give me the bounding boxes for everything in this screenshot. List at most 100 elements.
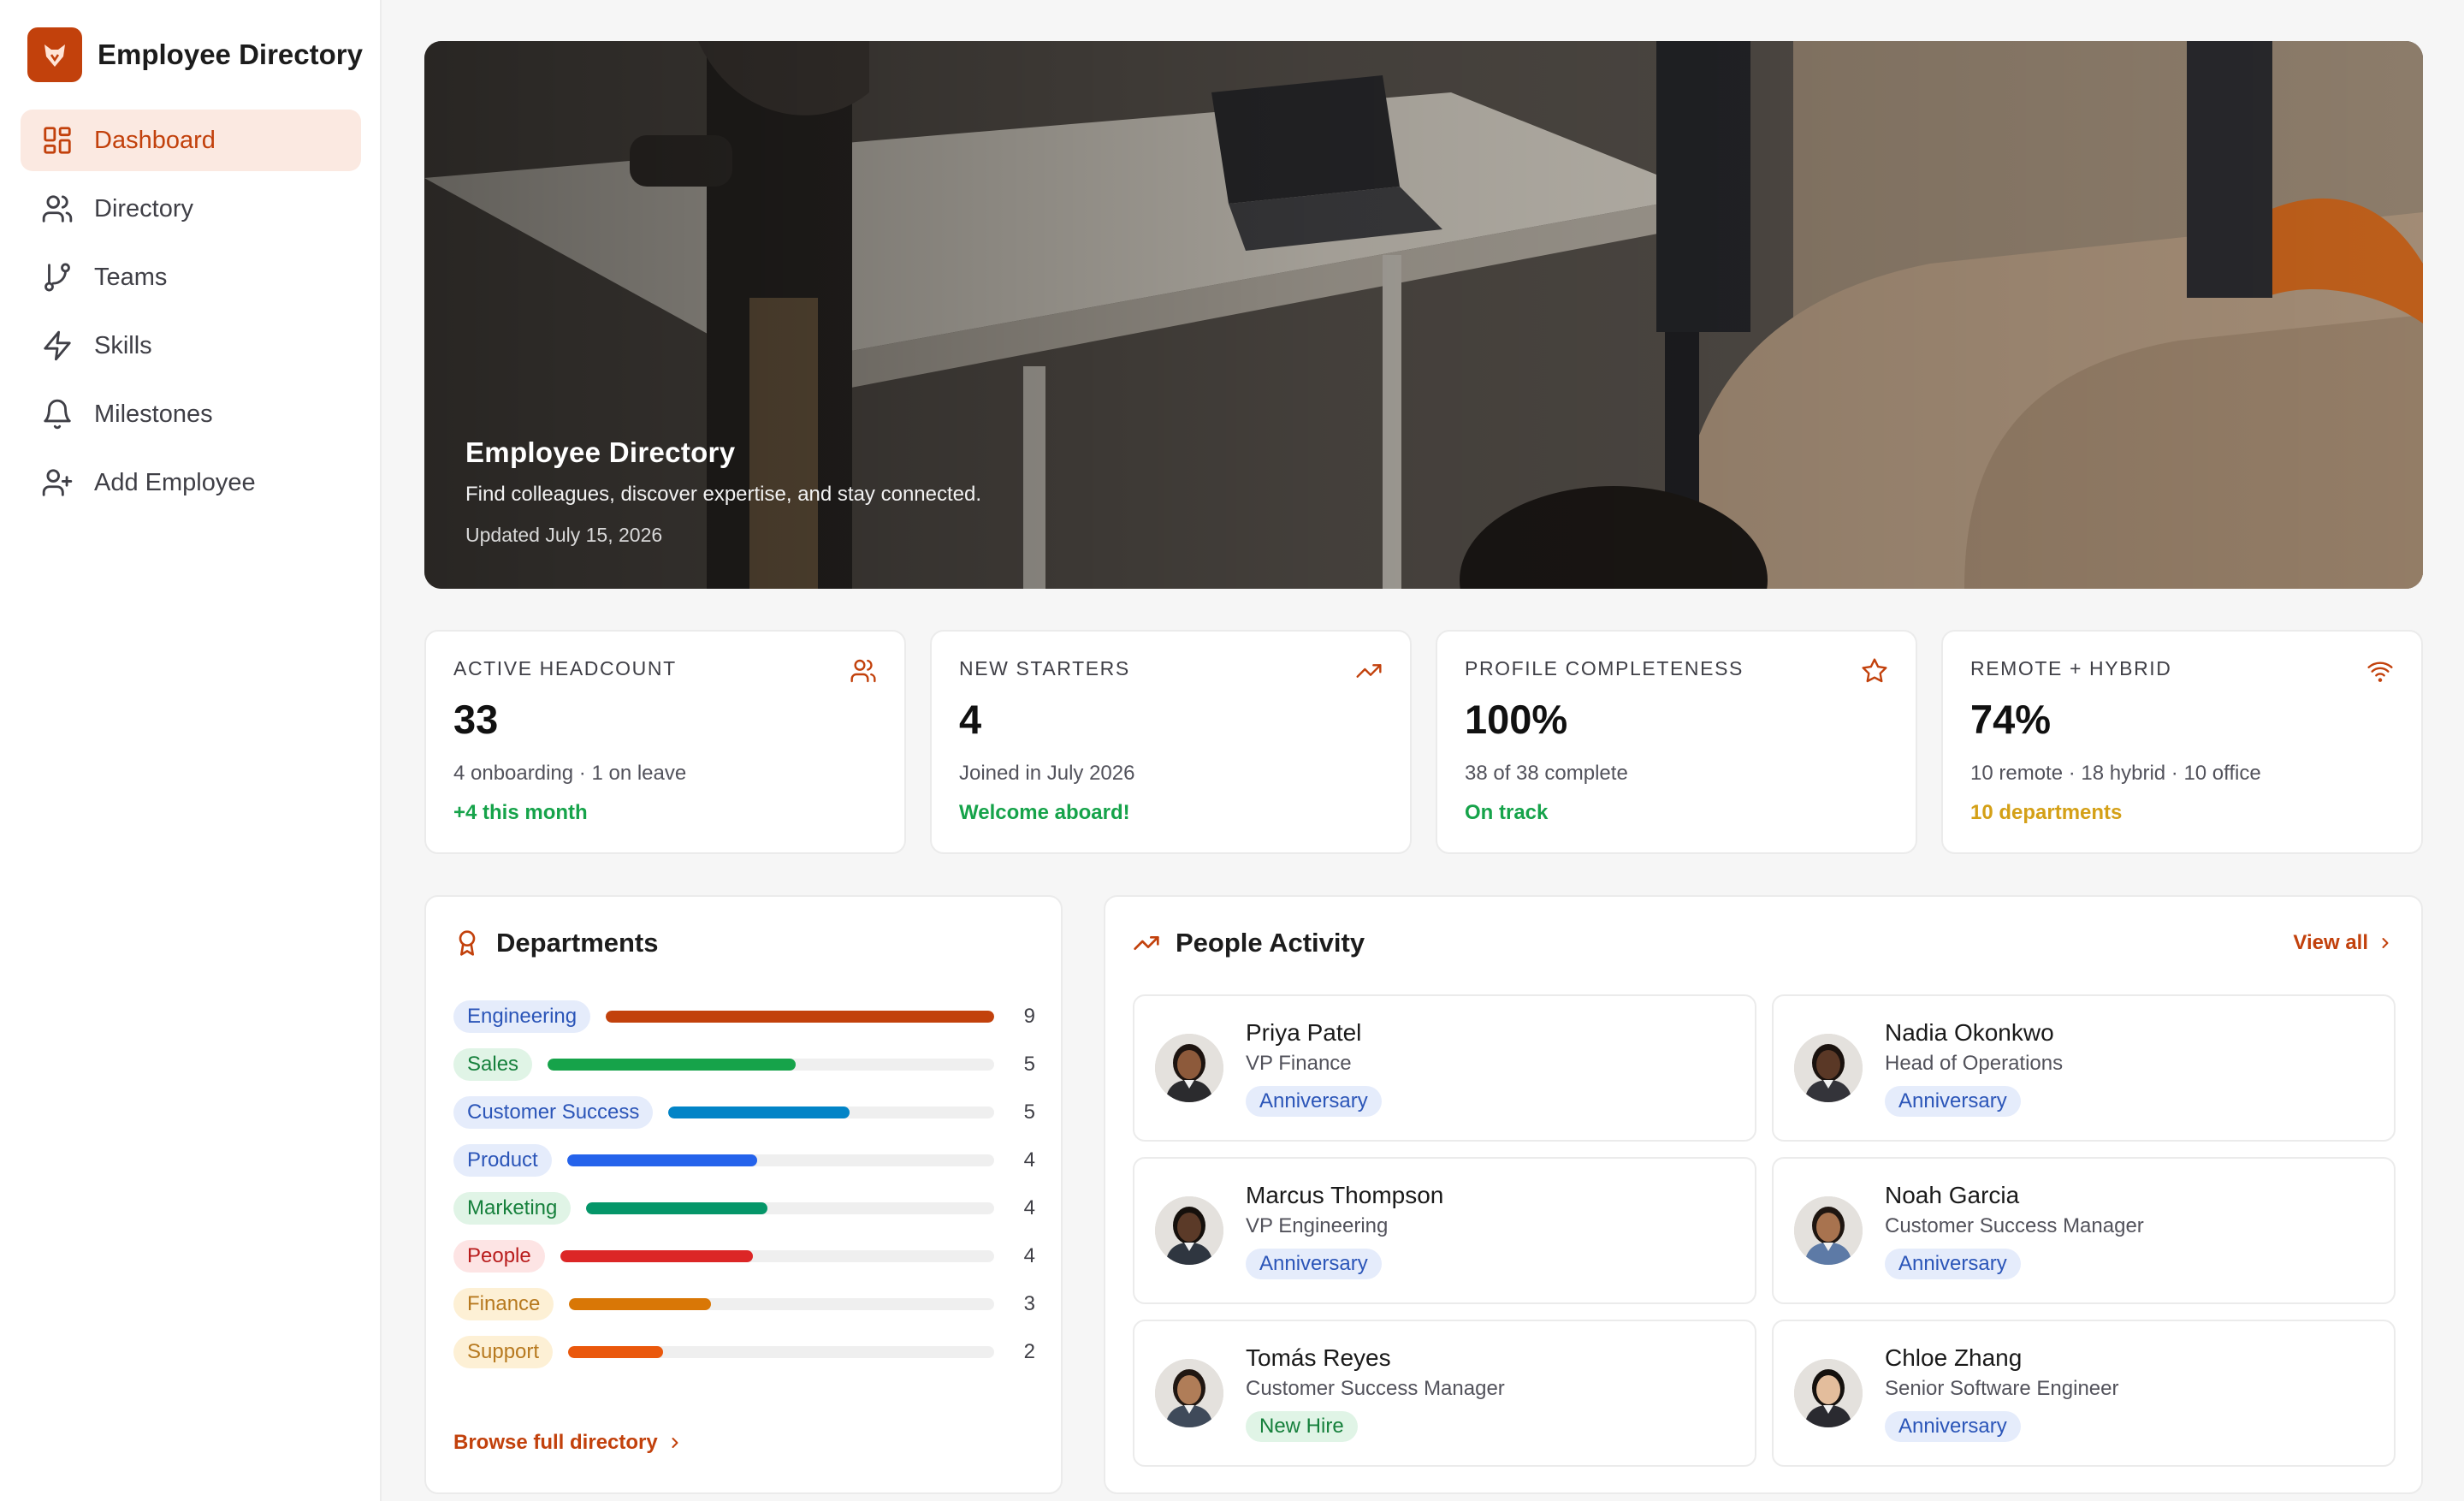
department-count: 4 (1023, 1244, 1035, 1267)
person-info: Priya Patel VP Finance Anniversary (1246, 1019, 1382, 1117)
trending-up-icon (1356, 664, 1382, 678)
person-info: Tomás Reyes Customer Success Manager New H… (1246, 1344, 1505, 1442)
person-role: VP Engineering (1246, 1214, 1389, 1237)
avatar (1794, 1196, 1863, 1265)
hero-title: Employee Directory (465, 436, 736, 468)
status-badge: Anniversary (1885, 1411, 2021, 1442)
department-bar-fill (668, 1106, 850, 1118)
brand[interactable]: Employee Directory (27, 27, 363, 82)
sidebar-item-label: Teams (94, 263, 168, 291)
person-name: Noah Garcia (1885, 1182, 2020, 1208)
department-tag[interactable]: Product (453, 1144, 552, 1177)
department-bar-track (668, 1106, 994, 1118)
person-card[interactable]: Nadia Okonkwo Head of Operations Anniversa… (1772, 994, 2396, 1142)
browse-directory-label: Browse full directory (453, 1431, 658, 1454)
department-count: 4 (1023, 1148, 1035, 1172)
person-card[interactable]: Priya Patel VP Finance Anniversary (1133, 994, 1756, 1142)
department-bar-track (568, 1346, 994, 1358)
department-row[interactable]: Customer Success 5 (453, 1089, 1035, 1136)
department-row[interactable]: Sales 5 (453, 1041, 1035, 1089)
person-card[interactable]: Noah Garcia Customer Success Manager Anniv… (1772, 1157, 2396, 1304)
department-row[interactable]: Finance 3 (453, 1280, 1035, 1328)
person-info: Noah Garcia Customer Success Manager Anniv… (1885, 1182, 2144, 1279)
stat-note: Welcome aboard! (959, 801, 1130, 824)
department-row[interactable]: Engineering 9 (453, 993, 1035, 1041)
department-count: 5 (1023, 1101, 1035, 1124)
departments-list: Engineering 9 Sales 5 Customer Success 5 Produ… (453, 993, 1035, 1376)
sidebar-item-label: Milestones (94, 400, 213, 428)
hero-text: Employee Directory Find colleagues, disc… (465, 436, 981, 547)
department-tag[interactable]: Finance (453, 1288, 554, 1320)
stat-note: 10 departments (1970, 801, 2123, 824)
hero-updated: Updated July 15, 2026 (465, 524, 663, 546)
wifi-icon (2367, 662, 2393, 682)
person-name: Priya Patel (1246, 1019, 1362, 1046)
stat-card-active-headcount[interactable]: ACTIVE HEADCOUNT 33 4 onboarding · 1 on … (424, 630, 906, 854)
users-icon (850, 659, 876, 683)
departments-title: Departments (496, 928, 659, 958)
stat-label: PROFILE COMPLETENESS (1465, 657, 1744, 679)
person-role: Customer Success Manager (1246, 1377, 1505, 1400)
department-bar-fill (569, 1298, 711, 1310)
stat-card-new-starters[interactable]: NEW STARTERS 4 Joined in July 2026 Welco… (930, 630, 1412, 854)
department-bar-fill (568, 1346, 663, 1358)
sidebar-item-label: Directory (94, 194, 194, 222)
sidebar-item-milestones[interactable]: Milestones (21, 383, 361, 445)
department-tag[interactable]: Sales (453, 1048, 533, 1081)
department-bar-track (566, 1154, 994, 1166)
sidebar-item-dashboard[interactable]: Dashboard (21, 110, 361, 171)
people-activity-header: People Activity (1133, 928, 1365, 958)
department-row[interactable]: Product 4 (453, 1136, 1035, 1184)
department-count: 5 (1023, 1053, 1035, 1076)
departments-header: Departments (453, 928, 659, 958)
sidebar-item-skills[interactable]: Skills (21, 315, 361, 377)
dashboard-icon (44, 127, 71, 154)
person-name: Nadia Okonkwo (1885, 1019, 2054, 1046)
department-bar-fill (560, 1250, 754, 1262)
department-count: 4 (1023, 1196, 1035, 1219)
department-tag[interactable]: Customer Success (453, 1096, 654, 1129)
view-all-label: View all (2293, 931, 2368, 954)
stat-detail: 10 remote · 18 hybrid · 10 office (1970, 762, 2261, 785)
stat-label: NEW STARTERS (959, 657, 1130, 679)
department-row[interactable]: Marketing 4 (453, 1184, 1035, 1232)
sidebar-item-label: Skills (94, 331, 152, 359)
people-activity-title: People Activity (1176, 928, 1365, 958)
person-name: Chloe Zhang (1885, 1344, 2023, 1371)
person-card[interactable]: Tomás Reyes Customer Success Manager New H… (1133, 1320, 1756, 1467)
sidebar-item-teams[interactable]: Teams (21, 246, 361, 308)
stat-value: 74% (1970, 697, 2052, 742)
hero-subtitle: Find colleagues, discover expertise, and… (465, 483, 982, 506)
department-tag[interactable]: Support (453, 1336, 554, 1368)
view-all-link[interactable]: View all (2293, 931, 2394, 955)
stat-detail: 4 onboarding · 1 on leave (453, 762, 687, 785)
department-tag[interactable]: People (453, 1240, 545, 1273)
stat-card-profile-completeness[interactable]: PROFILE COMPLETENESS 100% 38 of 38 compl… (1436, 630, 1917, 854)
browse-directory-link[interactable]: Browse full directory (453, 1431, 684, 1455)
person-name: Marcus Thompson (1246, 1182, 1444, 1208)
department-tag[interactable]: Engineering (453, 1000, 591, 1033)
chevron-right-icon (672, 1438, 678, 1448)
status-badge: New Hire (1246, 1411, 1358, 1442)
department-tag[interactable]: Marketing (453, 1192, 572, 1225)
person-card[interactable]: Chloe Zhang Senior Software Engineer Anniv… (1772, 1320, 2396, 1467)
sidebar-item-directory[interactable]: Directory (21, 178, 361, 240)
department-bar-track (560, 1250, 994, 1262)
stat-card-remote-hybrid[interactable]: REMOTE + HYBRID 74% 10 remote · 18 hybri… (1941, 630, 2423, 854)
status-badge: Anniversary (1246, 1249, 1382, 1279)
status-badge: Anniversary (1246, 1086, 1382, 1117)
users-icon (42, 195, 73, 222)
department-bar-track (569, 1298, 994, 1310)
person-role: Customer Success Manager (1885, 1214, 2144, 1237)
stat-cards: ACTIVE HEADCOUNT 33 4 onboarding · 1 on … (424, 630, 2423, 854)
department-row[interactable]: Support 2 (453, 1328, 1035, 1376)
person-card[interactable]: Marcus Thompson VP Engineering Anniversary (1133, 1157, 1756, 1304)
status-badge: Anniversary (1885, 1249, 2021, 1279)
department-row[interactable]: People 4 (453, 1232, 1035, 1280)
person-info: Chloe Zhang Senior Software Engineer Anniv… (1885, 1344, 2119, 1442)
avatar (1155, 1359, 1223, 1427)
sidebar-nav: Dashboard Directory Teams Skills Milesto… (21, 110, 361, 520)
award-icon (459, 930, 476, 956)
department-bar-track (548, 1059, 994, 1071)
sidebar-item-add-employee[interactable]: Add Employee (21, 452, 361, 513)
